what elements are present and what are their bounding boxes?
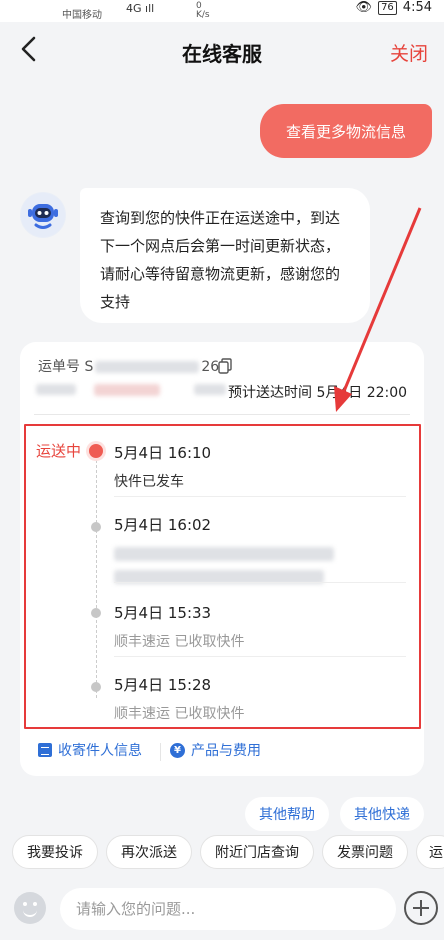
action-divider [160,743,161,761]
quick-reply-other-courier[interactable]: 其他快递 [340,797,424,831]
timeline-event: 5月4日 16:10 快件已发车 [114,442,414,491]
quick-reply-invoice[interactable]: 发票问题 [322,835,408,869]
event-time: 5月4日 16:02 [114,516,212,534]
event-desc: 顺丰速运 已收取快件 [114,706,245,722]
products-fees-label: 产品与费用 [191,743,261,759]
timeline-dot-active [89,444,103,458]
event-time: 5月4日 16:10 [114,444,212,462]
input-bar [0,876,444,940]
timeline-dot [91,522,101,532]
plus-icon[interactable] [404,891,438,925]
divider [34,414,410,415]
estimated-delivery: 预计送达时间 5月4日 22:00 [228,385,408,401]
waybill-number: 运单号 S 26 [38,356,219,376]
route-info [36,382,227,397]
timeline-event: 5月4日 16:02 [114,514,414,584]
waybill-suffix: 26 [201,359,220,375]
close-button[interactable]: 关闭 [390,39,428,66]
tracking-card: 运单号 S 26 预计送达时间 5月4日 22:00 运送中 5月4日 16:10… [20,342,424,776]
event-divider [114,582,406,583]
event-time: 5月4日 15:33 [114,604,212,622]
carrier-name: 中国移动 [62,10,102,21]
emoji-icon[interactable] [14,892,46,924]
clock: 4:54 [402,0,432,15]
message-input[interactable] [60,888,396,930]
products-fees-link[interactable]: ¥ 产品与费用 [170,740,261,760]
sender-info-label: 收寄件人信息 [58,743,142,759]
event-divider [114,496,406,497]
battery-icon: 76 [378,0,397,15]
event-desc-blurred [114,543,414,584]
event-divider [114,656,406,657]
quick-reply-complaint[interactable]: 我要投诉 [12,835,98,869]
copy-icon[interactable] [218,358,232,374]
header: 在线客服 关闭 [0,22,444,82]
page-title: 在线客服 [182,42,262,66]
status-right: 👁 76 4:54 [356,0,432,15]
event-desc: 快件已发车 [114,474,184,490]
event-time: 5月4日 15:28 [114,676,212,694]
event-desc: 顺丰速运 已收取快件 [114,634,245,650]
network-speed: 0 K/s [196,1,210,20]
bot-message-bubble: 查询到您的快件正在运送途中，到达下一个网点后会第一时间更新状态，请耐心等待留意物… [80,188,370,323]
timeline-event: 5月4日 15:33 顺丰速运 已收取快件 [114,602,414,651]
timeline-dot [91,608,101,618]
quick-reply-nearby-store[interactable]: 附近门店查询 [200,835,314,869]
robot-icon [21,193,65,237]
timeline-dot [91,682,101,692]
user-message-bubble: 查看更多物流信息 [260,104,432,158]
sender-info-link[interactable]: 收寄件人信息 [38,740,142,760]
signal-icon: 4G ıll [126,2,155,15]
quick-reply-other-help[interactable]: 其他帮助 [245,797,329,831]
quick-reply-redeliver[interactable]: 再次派送 [106,835,192,869]
quick-reply-more[interactable]: 运 [416,835,444,869]
yen-icon: ¥ [170,742,185,758]
document-icon [38,743,52,757]
waybill-label: 运单号 S [38,359,94,375]
timeline-event: 5月4日 15:28 顺丰速运 已收取快件 [114,674,414,723]
status-badge: 运送中 [36,442,82,460]
bot-avatar [20,192,66,238]
status-bar: 中国移动 4G ıll 0 K/s 👁 76 4:54 [0,0,444,22]
eye-icon: 👁 [355,0,373,15]
card-actions: 收寄件人信息 ¥ 产品与费用 [20,740,424,766]
timeline-line [96,450,97,698]
